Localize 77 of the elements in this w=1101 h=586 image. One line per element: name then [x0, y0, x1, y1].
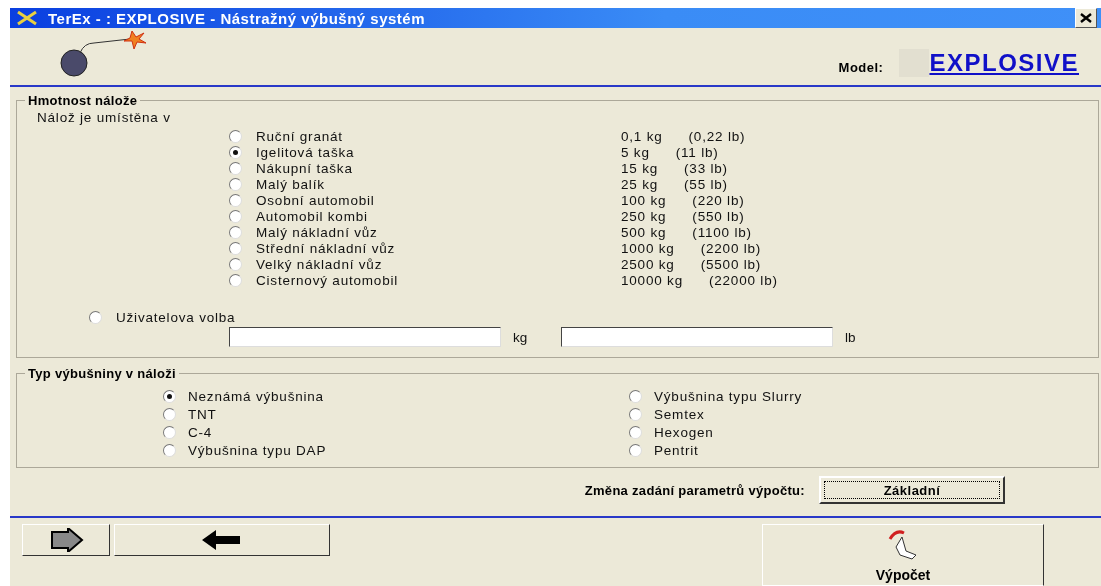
kg-input-field[interactable] — [229, 327, 501, 347]
radio-button[interactable] — [229, 273, 242, 287]
weight-lb: (0,22 lb) — [688, 128, 746, 144]
radio-button[interactable] — [163, 389, 176, 403]
parameters-label: Změna zadání parametrů výpočtu: — [584, 482, 805, 498]
option-label: Výbušnina typu DAP — [188, 442, 327, 458]
unit-label: kg — [513, 329, 529, 345]
radio-button[interactable] — [163, 443, 176, 457]
group-title: Typ výbušniny v náloži — [27, 366, 177, 381]
radio-button[interactable] — [89, 311, 102, 324]
group-title: Hmotnost nálože — [27, 93, 139, 108]
radio-button[interactable] — [229, 225, 242, 239]
next-button[interactable] — [22, 524, 110, 556]
option-label: Malý nákladní vůz — [256, 224, 378, 240]
option-label: Pentrit — [654, 442, 699, 458]
model-link[interactable]: EXPLOSIVE — [899, 49, 1079, 77]
option-label: Igelitová taška — [256, 144, 355, 160]
weight-kg: 2500 kg — [621, 256, 675, 272]
option-label: Střední nákladní vůz — [256, 240, 396, 256]
option-label: Ruční granát — [256, 128, 343, 144]
weight-lb: (5500 lb) — [700, 256, 762, 272]
calculate-button[interactable]: Výpočet — [762, 524, 1044, 586]
radio-button[interactable] — [629, 425, 642, 439]
close-button[interactable] — [1075, 8, 1097, 28]
basic-button[interactable]: Základní — [819, 476, 1005, 504]
option-label: TNT — [188, 406, 217, 422]
arrow-icon — [48, 528, 84, 552]
model-label: Model: — [838, 60, 884, 75]
weight-lb: (220 lb) — [692, 192, 745, 208]
radio-button[interactable] — [229, 257, 242, 271]
option-label: Cisternový automobil — [256, 272, 399, 288]
option-label: C-4 — [188, 424, 213, 440]
radio-button[interactable] — [629, 407, 642, 421]
radio-button[interactable] — [229, 209, 242, 223]
back-button[interactable] — [114, 524, 330, 556]
radio-button[interactable] — [229, 193, 242, 207]
option-label: Uživatelova volba — [116, 310, 236, 325]
weight-kg: 1000 kg — [621, 240, 675, 256]
radio-button[interactable] — [229, 129, 242, 143]
option-label: Výbušnina typu Slurry — [654, 388, 803, 404]
weight-kg: 5 kg — [621, 144, 650, 160]
radio-button[interactable] — [229, 241, 242, 255]
radio-button[interactable] — [229, 145, 242, 159]
close-icon — [1080, 13, 1092, 23]
unit-label: lb — [845, 329, 857, 345]
weight-lb: (55 lb) — [684, 176, 728, 192]
radio-button[interactable] — [229, 177, 242, 191]
option-label: Nákupní taška — [256, 160, 353, 176]
weight-lb: (2200 lb) — [700, 240, 762, 256]
option-label: Hexogen — [654, 424, 714, 440]
radio-button[interactable] — [163, 425, 176, 439]
radio-button[interactable] — [629, 443, 642, 457]
option-label: Osobní automobil — [256, 192, 375, 208]
option-label: Automobil kombi — [256, 208, 368, 224]
radio-button[interactable] — [229, 161, 242, 175]
weight-kg: 0,1 kg — [621, 128, 663, 144]
weight-kg: 100 kg — [621, 192, 667, 208]
weight-kg: 15 kg — [621, 160, 659, 176]
weight-lb: (1100 lb) — [692, 224, 752, 240]
weight-kg: 250 kg — [621, 208, 667, 224]
radio-button[interactable] — [163, 407, 176, 421]
option-label: Velký nákladní vůz — [256, 256, 383, 272]
option-label: Malý balík — [256, 176, 325, 192]
weight-kg: 10000 kg — [621, 272, 683, 288]
lb-input-field[interactable] — [561, 327, 833, 347]
weight-kg: 500 kg — [621, 224, 667, 240]
weight-lb: (550 lb) — [692, 208, 745, 224]
option-label: Neznámá výbušnina — [188, 388, 324, 404]
weight-lb: (11 lb) — [675, 144, 719, 160]
prompt-label: Nálož je umístěna v — [37, 110, 171, 125]
weight-kg: 25 kg — [621, 176, 659, 192]
crossed-swords-icon — [16, 10, 38, 26]
radio-button[interactable] — [629, 389, 642, 403]
option-label: Semtex — [654, 406, 705, 422]
window-title: TerEx - : EXPLOSIVE - Nástražný výbušný systém — [48, 9, 427, 27]
weight-lb: (22000 lb) — [708, 272, 778, 288]
weight-lb: (33 lb) — [684, 160, 728, 176]
